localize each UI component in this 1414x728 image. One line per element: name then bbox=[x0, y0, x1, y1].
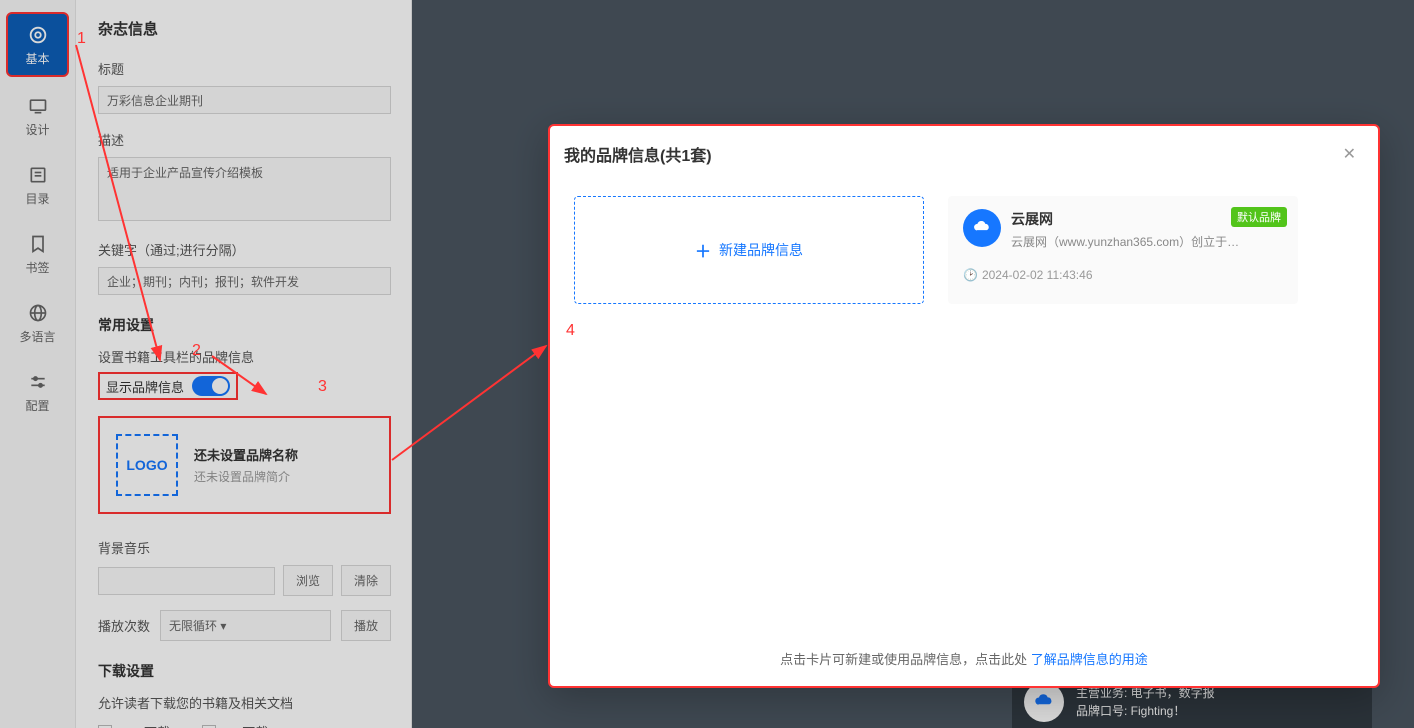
cloud-logo-icon bbox=[1024, 682, 1064, 722]
zip-download-label: ZIP下载 bbox=[222, 722, 268, 728]
sidebar-label: 目录 bbox=[25, 190, 49, 207]
sidebar-label: 配置 bbox=[25, 397, 49, 414]
title-input[interactable] bbox=[98, 86, 391, 114]
sidebar-nav: 基本 设计 目录 书签 多语言 配置 bbox=[0, 0, 76, 728]
brand-item-desc: 云展网（www.yunzhan365.com）创立于201... bbox=[1011, 233, 1241, 250]
clear-button[interactable]: 清除 bbox=[341, 565, 391, 596]
desc-label: 描述 bbox=[98, 130, 391, 149]
sidebar-item-basic[interactable]: 基本 bbox=[6, 12, 69, 77]
footer-link[interactable]: 了解品牌信息的用途 bbox=[1031, 652, 1148, 667]
download-hint: 允许读者下载您的书籍及相关文档 bbox=[98, 693, 391, 712]
sidebar-label: 设计 bbox=[25, 121, 49, 138]
modal-footer: 点击卡片可新建或使用品牌信息，点击此处 了解品牌信息的用途 bbox=[550, 635, 1378, 686]
bookmark-icon bbox=[27, 233, 49, 255]
sidebar-item-bookmark[interactable]: 书签 bbox=[6, 223, 69, 284]
cloud-logo-icon bbox=[963, 209, 1001, 247]
pdf-download-checkbox[interactable] bbox=[98, 725, 112, 728]
keywords-input[interactable] bbox=[98, 267, 391, 295]
section-magazine-info: 杂志信息 bbox=[98, 18, 391, 39]
keywords-label: 关键字（通过;进行分隔） bbox=[98, 240, 391, 259]
show-brand-toggle[interactable] bbox=[192, 376, 230, 396]
desc-input[interactable]: 适用于企业产品宣传介绍模板 bbox=[98, 157, 391, 221]
brand-item-card[interactable]: 默认品牌 云展网 云展网（www.yunzhan365.com）创立于201..… bbox=[948, 196, 1298, 304]
sliders-icon bbox=[27, 371, 49, 393]
title-label: 标题 bbox=[98, 59, 391, 78]
download-section-title: 下载设置 bbox=[98, 661, 391, 681]
add-brand-label: 新建品牌信息 bbox=[719, 240, 803, 260]
play-count-select[interactable]: 无限循环 ▾ bbox=[160, 610, 331, 641]
settings-panel: 杂志信息 标题 描述 适用于企业产品宣传介绍模板 关键字（通过;进行分隔） 常用… bbox=[76, 0, 412, 728]
logo-placeholder: LOGO bbox=[116, 434, 178, 496]
sidebar-label: 多语言 bbox=[19, 328, 55, 345]
monitor-icon bbox=[27, 95, 49, 117]
footer-text: 点击卡片可新建或使用品牌信息，点击此处 bbox=[780, 652, 1031, 667]
brand-hint: 设置书籍工具栏的品牌信息 bbox=[98, 347, 391, 366]
sidebar-item-config[interactable]: 配置 bbox=[6, 361, 69, 422]
sidebar-item-design[interactable]: 设计 bbox=[6, 85, 69, 146]
sidebar-item-multilang[interactable]: 多语言 bbox=[6, 292, 69, 353]
play-button[interactable]: 播放 bbox=[341, 610, 391, 641]
list-icon bbox=[27, 164, 49, 186]
brand-not-set-title: 还未设置品牌名称 bbox=[194, 445, 298, 464]
sidebar-item-toc[interactable]: 目录 bbox=[6, 154, 69, 215]
gear-target-icon bbox=[27, 24, 49, 46]
browse-button[interactable]: 浏览 bbox=[283, 565, 333, 596]
common-settings-title: 常用设置 bbox=[98, 315, 391, 335]
bgm-input[interactable] bbox=[98, 567, 275, 595]
brand-card-button[interactable]: LOGO 还未设置品牌名称 还未设置品牌简介 bbox=[98, 416, 391, 514]
brand-timestamp: 2024-02-02 11:43:46 bbox=[982, 268, 1093, 282]
add-brand-card[interactable]: ＋ 新建品牌信息 bbox=[574, 196, 924, 304]
modal-title: 我的品牌信息(共1套) bbox=[564, 142, 712, 166]
brand-not-set-sub: 还未设置品牌简介 bbox=[194, 468, 298, 485]
bgm-label: 背景音乐 bbox=[98, 538, 391, 557]
brand-info-modal: 我的品牌信息(共1套) ✕ ＋ 新建品牌信息 默认品牌 云展网 云展网（www.… bbox=[548, 124, 1380, 688]
show-brand-row: 显示品牌信息 bbox=[98, 372, 238, 400]
default-badge: 默认品牌 bbox=[1231, 207, 1287, 227]
play-count-label: 播放次数 bbox=[98, 616, 150, 635]
pdf-download-label: PDF下载 bbox=[118, 722, 170, 728]
brand-item-name: 云展网 bbox=[1011, 209, 1241, 229]
show-brand-label: 显示品牌信息 bbox=[106, 377, 184, 396]
close-icon[interactable]: ✕ bbox=[1339, 140, 1360, 168]
globe-icon bbox=[27, 302, 49, 324]
plus-icon: ＋ bbox=[695, 238, 711, 262]
sidebar-label: 基本 bbox=[25, 50, 49, 67]
sidebar-label: 书签 bbox=[25, 259, 49, 276]
float-line2: 品牌口号: Fighting！ bbox=[1076, 702, 1215, 720]
clock-icon: 🕑 bbox=[963, 268, 978, 282]
zip-download-checkbox[interactable] bbox=[202, 725, 216, 728]
